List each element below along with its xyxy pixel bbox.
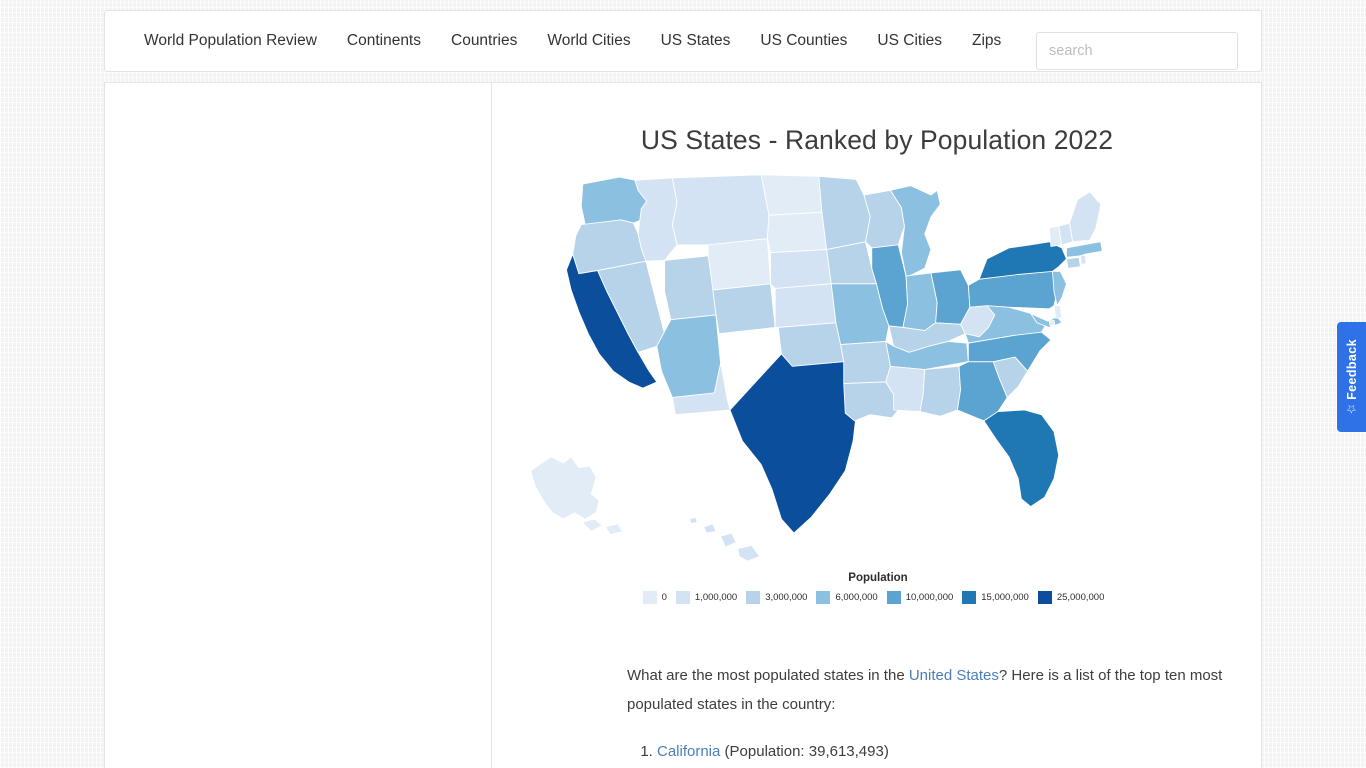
intro-paragraph: What are the most populated states in th…	[627, 661, 1275, 766]
state-sd[interactable]	[766, 211, 828, 254]
star-icon: ☆	[1346, 402, 1357, 417]
states-layer	[530, 174, 1103, 562]
state-hi[interactable]	[689, 517, 698, 525]
nav-us-cities[interactable]: US Cities	[862, 11, 957, 71]
state-ia[interactable]	[826, 241, 877, 285]
state-oh[interactable]	[930, 269, 971, 325]
legend-entry: 0	[642, 591, 667, 604]
legend-entry: 1,000,000	[675, 591, 738, 604]
legend-entry: 25,000,000	[1037, 591, 1105, 604]
state-nd[interactable]	[760, 174, 823, 216]
state-ak[interactable]	[581, 518, 603, 532]
state-ks[interactable]	[774, 283, 837, 328]
feedback-tab-label: Feedback	[1344, 338, 1359, 400]
nav-us-states[interactable]: US States	[646, 11, 746, 71]
united-states-link[interactable]: United States	[909, 667, 999, 684]
nav-world-population-review[interactable]: World Population Review	[129, 11, 332, 71]
state-ri[interactable]	[1080, 254, 1087, 265]
state-al[interactable]	[919, 365, 961, 417]
legend-entry: 3,000,000	[746, 591, 807, 604]
main-column: US States - Ranked by Population 2022 Po…	[493, 83, 1261, 768]
state-ar[interactable]	[840, 341, 891, 384]
feedback-tab[interactable]: Feedback ☆	[1337, 322, 1366, 432]
legend-label: 3,000,000	[765, 592, 808, 603]
legend-swatch	[962, 591, 977, 604]
nav-world-cities[interactable]: World Cities	[532, 11, 645, 71]
state-ut[interactable]	[664, 255, 717, 321]
legend-label: 10,000,000	[905, 592, 954, 603]
state-ok[interactable]	[777, 322, 845, 367]
nav-countries[interactable]: Countries	[436, 11, 532, 71]
state-az[interactable]	[656, 314, 722, 398]
content-panel: US States - Ranked by Population 2022 Po…	[104, 82, 1262, 768]
nav-continents[interactable]: Continents	[332, 11, 436, 71]
search-input[interactable]	[1036, 32, 1238, 70]
state-mn[interactable]	[818, 175, 871, 250]
legend-label: 25,000,000	[1056, 592, 1105, 603]
nav-zips[interactable]: Zips	[957, 11, 1016, 71]
left-sidebar	[105, 83, 492, 768]
state-population: (Population: 39,613,493)	[720, 743, 889, 760]
state-hi[interactable]	[703, 523, 717, 534]
state-link[interactable]: California	[657, 743, 720, 760]
legend-swatch	[1037, 591, 1052, 604]
state-ak[interactable]	[530, 456, 600, 520]
state-id[interactable]	[634, 177, 678, 262]
legend-swatch	[675, 591, 690, 604]
main-navigation: World Population Review Continents Count…	[129, 11, 1016, 71]
us-choropleth-map[interactable]	[493, 167, 1263, 572]
state-wy[interactable]	[707, 238, 771, 291]
state-mt[interactable]	[671, 174, 770, 246]
intro-text-before: What are the most populated states in th…	[627, 667, 909, 684]
page-root: World Population Review Continents Count…	[0, 0, 1366, 768]
state-tx[interactable]	[729, 353, 857, 534]
nav-us-counties[interactable]: US Counties	[745, 11, 862, 71]
state-fl[interactable]	[983, 409, 1060, 508]
state-me[interactable]	[1069, 191, 1102, 243]
legend-label: 6,000,000	[835, 592, 878, 603]
state-de[interactable]	[1053, 305, 1063, 319]
site-header: World Population Review Continents Count…	[104, 10, 1262, 72]
state-co[interactable]	[712, 283, 776, 335]
state-hi[interactable]	[720, 532, 737, 548]
state-ne[interactable]	[770, 249, 832, 289]
legend-swatch	[642, 591, 657, 604]
intro-text: What are the most populated states in th…	[627, 661, 1275, 719]
legend-items: 0 1,000,000 3,000,000 6,000,000 10,000,000 15…	[493, 591, 1263, 604]
state-in[interactable]	[902, 272, 938, 331]
top-states-list: California (Population: 39,613,493)	[627, 737, 1275, 766]
legend-entry: 15,000,000	[962, 591, 1029, 604]
legend-label: 1,000,000	[694, 592, 738, 603]
legend-entry: 10,000,000	[886, 591, 954, 604]
us-states-map-svg[interactable]	[493, 167, 1263, 572]
page-title: US States - Ranked by Population 2022	[640, 125, 1114, 155]
state-dc[interactable]	[1048, 320, 1056, 327]
legend-label: 0	[661, 592, 667, 603]
legend-label: 15,000,000	[981, 592, 1029, 603]
legend-swatch	[746, 591, 761, 604]
map-legend: Population 0 1,000,000 3,000,000 6,000,000 1…	[493, 572, 1263, 604]
legend-entry: 6,000,000	[816, 591, 878, 604]
legend-swatch	[816, 591, 831, 604]
state-hi[interactable]	[737, 545, 761, 562]
state-ak[interactable]	[604, 523, 623, 536]
state-ct[interactable]	[1066, 256, 1081, 269]
legend-swatch	[886, 591, 901, 604]
list-item: California (Population: 39,613,493)	[657, 737, 1275, 766]
legend-title: Population	[848, 572, 908, 584]
